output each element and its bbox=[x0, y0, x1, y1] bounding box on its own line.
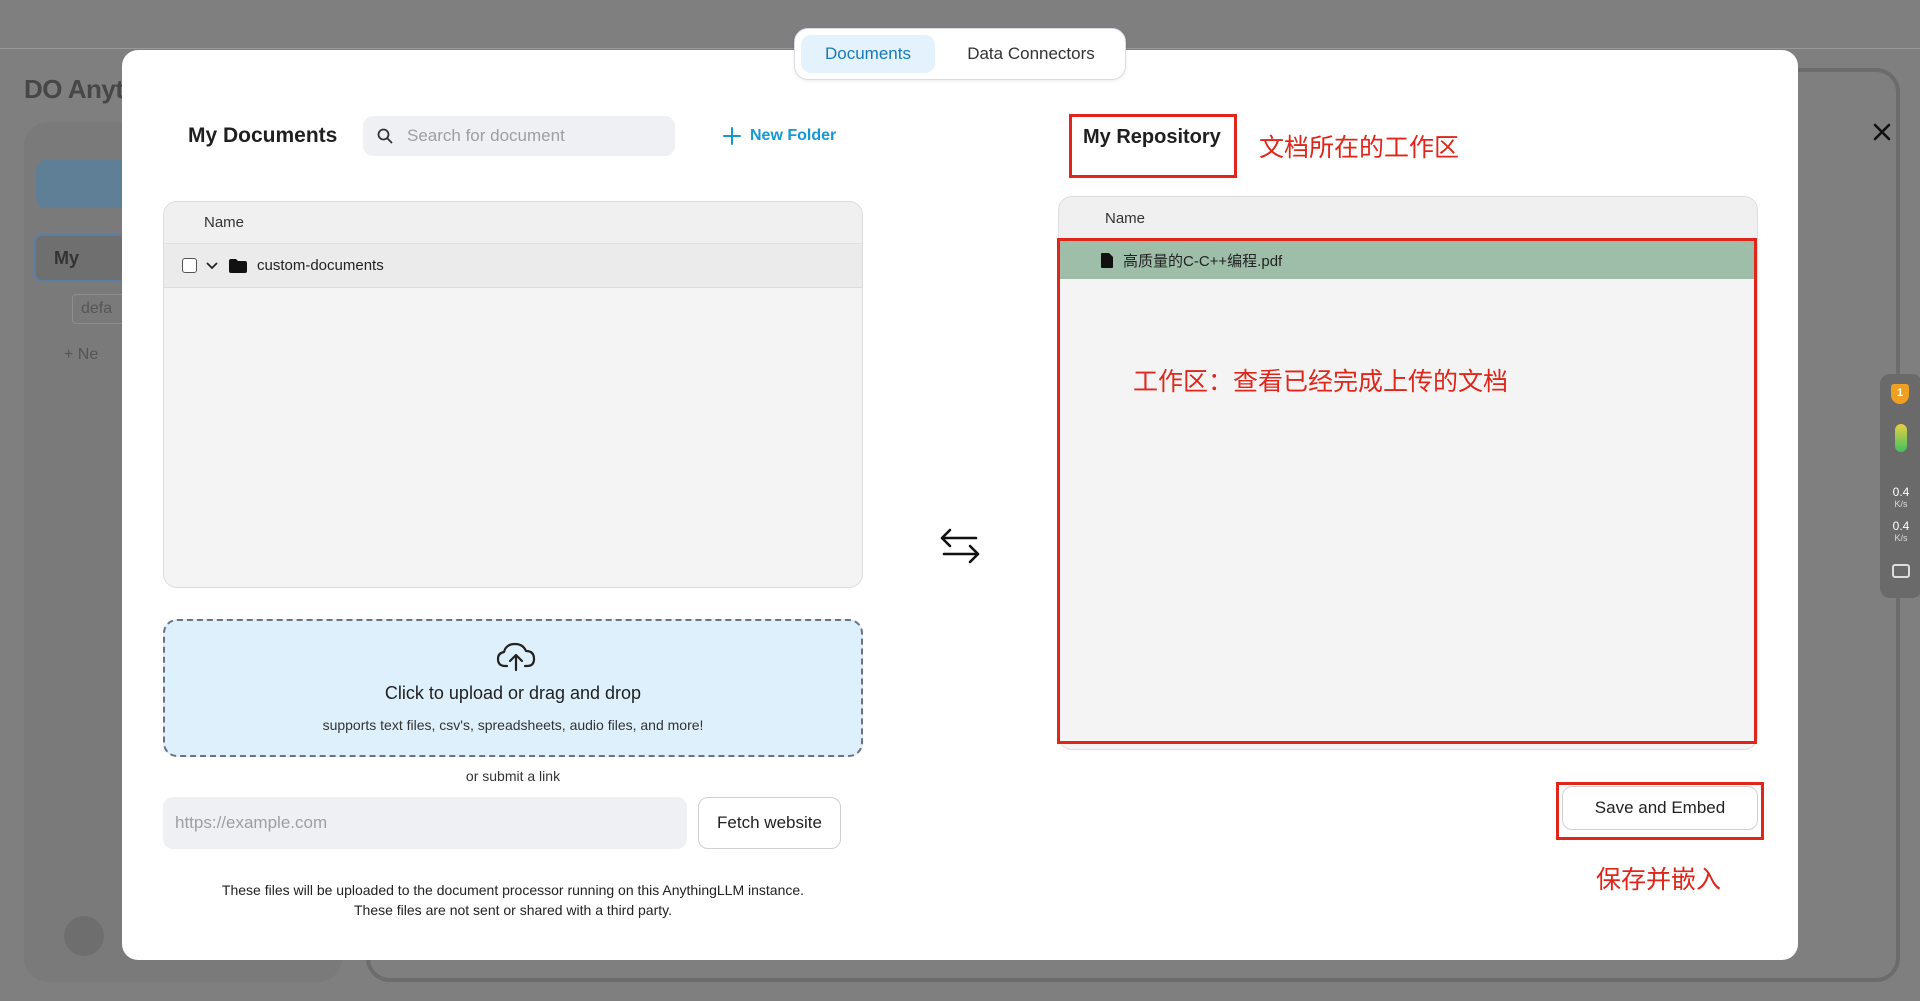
close-icon bbox=[1873, 123, 1891, 141]
privacy-note-line-1: These files will be uploaded to the docu… bbox=[221, 882, 805, 898]
my-repository-title: My Repository bbox=[1083, 126, 1221, 148]
plus-icon bbox=[723, 127, 741, 145]
documents-table-header: Name bbox=[164, 202, 862, 244]
cloud-upload-icon bbox=[496, 642, 536, 672]
network-speed-widget[interactable]: 1 0.4 K/s 0.4 K/s bbox=[1880, 374, 1920, 598]
folder-row[interactable]: custom-documents bbox=[164, 244, 862, 288]
upload-privacy-note: These files will be uploaded to the docu… bbox=[163, 880, 863, 920]
annotation-repository-label: 文档所在的工作区 bbox=[1259, 133, 1460, 162]
tab-documents[interactable]: Documents bbox=[801, 35, 935, 73]
url-input[interactable] bbox=[163, 797, 687, 849]
background-new-thread: + Ne bbox=[64, 346, 99, 363]
search-box[interactable] bbox=[363, 116, 675, 156]
repository-name-column: Name bbox=[1105, 210, 1146, 227]
fetch-website-button[interactable]: Fetch website bbox=[698, 797, 841, 849]
documents-name-column: Name bbox=[204, 214, 245, 231]
upload-dropzone[interactable]: Click to upload or drag and drop support… bbox=[163, 619, 863, 757]
background-workspace-label: My bbox=[54, 248, 80, 268]
or-submit-link-label: or submit a link bbox=[465, 768, 561, 784]
level-bar-icon bbox=[1895, 424, 1907, 452]
upload-speed: 0.4 bbox=[1892, 485, 1910, 499]
download-speed: 0.4 bbox=[1892, 519, 1910, 533]
search-icon bbox=[377, 128, 393, 144]
save-and-embed-button[interactable]: Save and Embed bbox=[1562, 786, 1758, 830]
upload-subtitle: supports text files, csv's, spreadsheets… bbox=[322, 717, 704, 733]
modal-tab-bar: Documents Data Connectors bbox=[794, 28, 1126, 80]
upload-speed-unit: K/s bbox=[1894, 499, 1908, 509]
folder-icon bbox=[229, 258, 247, 273]
privacy-note-line-2: These files are not sent or shared with … bbox=[353, 902, 672, 918]
background-workspace-item: My bbox=[34, 234, 134, 282]
my-documents-panel: Name custom-documents bbox=[163, 201, 863, 588]
repository-table-header: Name bbox=[1059, 197, 1757, 241]
folder-name: custom-documents bbox=[257, 257, 384, 274]
search-input[interactable] bbox=[407, 116, 667, 156]
repository-file-name: 高质量的C-C++编程.pdf bbox=[1123, 252, 1283, 270]
chevron-down-icon[interactable] bbox=[205, 259, 219, 273]
my-repository-panel: Name 高质量的C-C++编程.pdf bbox=[1058, 196, 1758, 750]
download-speed-unit: K/s bbox=[1894, 533, 1908, 543]
document-manager-modal: My Documents New Folder Name custom-docu… bbox=[122, 50, 1891, 960]
close-button[interactable] bbox=[1868, 118, 1896, 146]
tab-data-connectors[interactable]: Data Connectors bbox=[945, 35, 1117, 73]
annotation-save-label: 保存并嵌入 bbox=[1596, 865, 1722, 894]
upload-title: Click to upload or drag and drop bbox=[384, 683, 642, 703]
shield-icon: 1 bbox=[1891, 384, 1909, 404]
my-documents-title: My Documents bbox=[188, 124, 338, 147]
annotation-workspace-label: 工作区：查看已经完成上传的文档 bbox=[1133, 367, 1509, 396]
background-sidebar-button bbox=[36, 160, 136, 208]
background-settings-icon bbox=[64, 916, 104, 956]
repository-file-row[interactable]: 高质量的C-C++编程.pdf bbox=[1059, 241, 1757, 279]
camera-icon[interactable] bbox=[1892, 564, 1910, 578]
new-folder-button[interactable]: New Folder bbox=[722, 124, 836, 148]
file-icon bbox=[1101, 252, 1113, 268]
new-folder-label: New Folder bbox=[750, 127, 837, 144]
swap-arrows-icon[interactable] bbox=[938, 524, 982, 568]
folder-checkbox[interactable] bbox=[182, 258, 197, 273]
